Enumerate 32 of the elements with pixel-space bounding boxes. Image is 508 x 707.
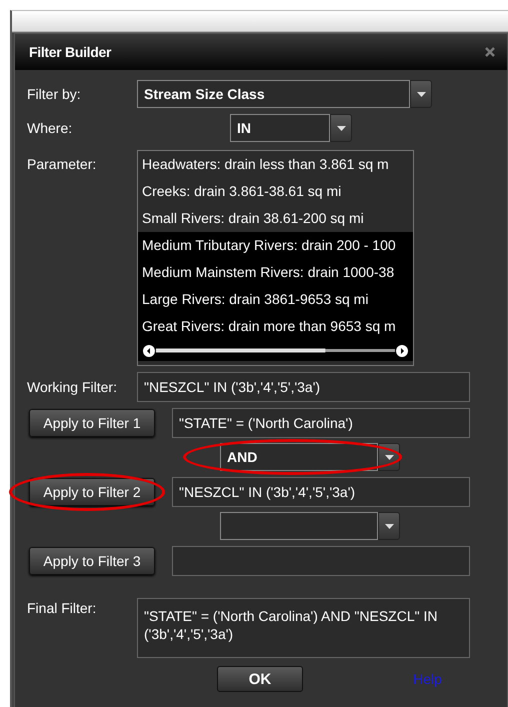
field-label: Filter by: [27,86,82,102]
dropdown-arrow-button[interactable] [410,80,432,108]
filter-by-select[interactable]: Stream Size Class [137,80,410,108]
field-label: Working Filter: [27,379,118,395]
dropdown-arrow-button[interactable] [330,114,352,142]
caret-icon [336,126,346,130]
final-filter-field[interactable]: "STATE" = ('North Carolina') AND "NESZCL" IN ('3b','4','5','3a') [137,598,470,658]
working-filter-field[interactable]: "NESZCL" IN ('3b','4','5','3a') [137,372,470,402]
operator-select[interactable]: IN [230,114,330,142]
list-item[interactable]: Medium Mainstem Rivers: drain 1000-38 [138,259,413,286]
caret-icon [416,92,426,96]
field-label: Where: [27,120,74,136]
horizontal-scrollbar[interactable] [142,344,409,358]
list-item[interactable]: Great Rivers: drain more than 9653 sq m [138,313,413,340]
combiner-select[interactable]: AND [220,443,378,471]
caret-icon [384,524,394,528]
caret-icon [384,454,394,460]
filter-field[interactable] [172,546,470,576]
apply-filter-button[interactable]: Apply to Filter 1 [29,409,155,437]
dropdown-arrow-button[interactable] [378,512,400,540]
dialog-title: Filter Builder [29,44,112,60]
filter-field[interactable]: "NESZCL" IN ('3b','4','5','3a') [172,477,470,507]
apply-filter-button[interactable]: Apply to Filter 2 [29,478,155,506]
close-icon[interactable] [485,47,495,57]
list-item[interactable]: Large Rivers: drain 3861-9653 sq mi [138,286,413,313]
list-item[interactable]: Medium Tributary Rivers: drain 200 - 100 [138,232,413,259]
apply-filter-button[interactable]: Apply to Filter 3 [29,547,155,575]
field-label: Final Filter: [27,600,98,616]
field-label: Parameter: [27,156,98,172]
filter-field[interactable]: "STATE" = ('North Carolina') [172,408,470,438]
ok-button[interactable]: OK [217,666,303,692]
combiner-select[interactable] [220,512,378,540]
